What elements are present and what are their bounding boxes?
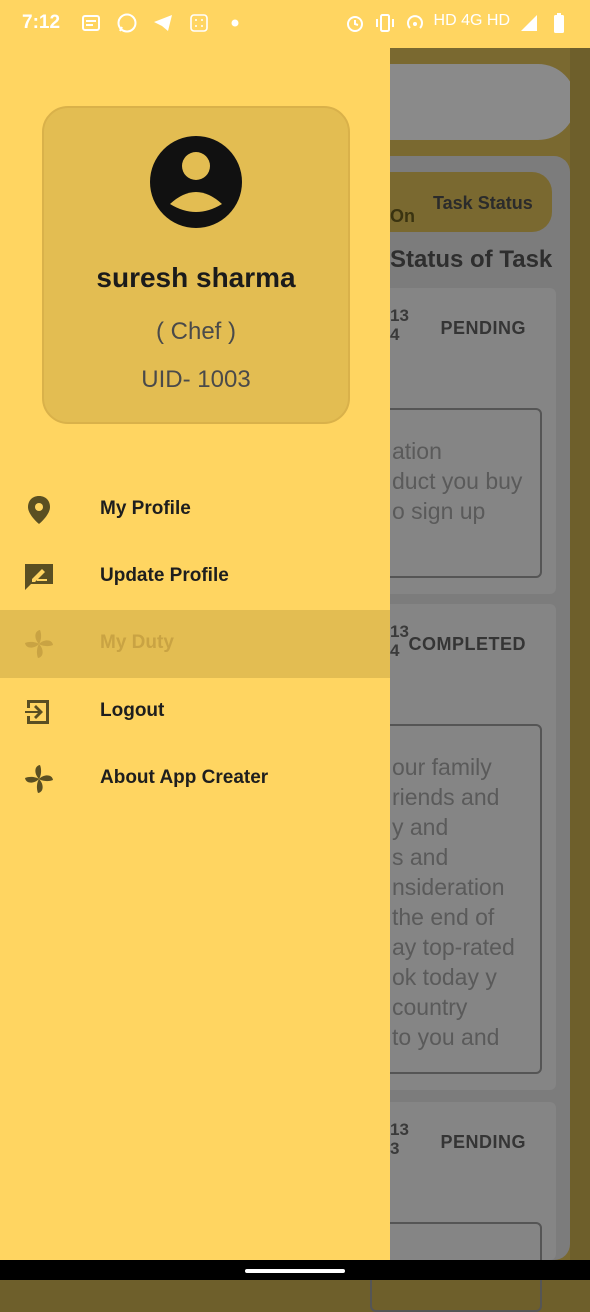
task-status: PENDING <box>440 318 526 338</box>
background-heading: Status of Task <box>390 246 553 273</box>
navigation-drawer: suresh sharma ( Chef ) UID- 1003 My Prof… <box>0 48 390 1260</box>
logout-icon <box>25 700 49 724</box>
system-navigation-bar <box>0 1260 590 1280</box>
news-icon <box>80 12 102 34</box>
menu-item-label: About App Creater <box>100 767 269 788</box>
task-date: 4 <box>390 325 400 344</box>
profile-card: suresh sharma ( Chef ) UID- 1003 <box>42 106 350 424</box>
menu-item-label: My Profile <box>100 498 191 519</box>
edit-message-icon <box>25 564 53 590</box>
notification-icons <box>80 12 246 34</box>
status-time: 7:12 <box>22 12 61 33</box>
task-status: COMPLETED <box>408 634 526 654</box>
task-date: 4 <box>390 641 400 660</box>
battery-icon <box>548 12 570 34</box>
task-date: 13 <box>390 1120 409 1139</box>
account-circle-icon <box>150 136 242 228</box>
profile-role: ( Chef ) <box>155 318 236 345</box>
background-tab-on: On <box>390 206 415 226</box>
alarm-icon <box>344 12 366 34</box>
location-pin-icon <box>28 496 50 524</box>
menu-item-update-profile[interactable]: Update Profile <box>0 543 390 611</box>
dot-icon <box>224 12 246 34</box>
system-icons: HD 4G HD <box>344 12 570 34</box>
menu-item-label: My Duty <box>100 632 174 653</box>
network-text: HD 4G HD <box>433 12 510 29</box>
menu-item-my-duty[interactable]: My Duty <box>0 610 390 678</box>
task-date: 3 <box>390 1139 400 1158</box>
menu-item-logout[interactable]: Logout <box>0 678 390 746</box>
telegram-icon <box>152 12 174 34</box>
task-status: PENDING <box>440 1132 526 1152</box>
pinwheel-icon <box>25 630 53 658</box>
menu-item-my-profile[interactable]: My Profile <box>0 476 390 544</box>
menu-item-about-app-creater[interactable]: About App Creater <box>0 745 390 813</box>
background-tab-task-status: Task Status <box>433 193 533 213</box>
signal-icon <box>518 12 540 34</box>
menu-item-label: Logout <box>100 700 165 721</box>
task-description: ation duct you buy o sign up <box>370 408 542 578</box>
status-bar: 7:12 HD 4G HD <box>0 0 590 48</box>
task-date: 13 <box>390 306 409 325</box>
home-gesture-handle[interactable] <box>245 1269 345 1273</box>
task-date: 13 <box>390 622 409 641</box>
hotspot-icon <box>404 12 426 34</box>
whatsapp-icon <box>116 12 138 34</box>
task-description: our family riends and y and s and nsider… <box>370 724 542 1074</box>
menu-item-label: Update Profile <box>100 565 229 586</box>
calculator-icon <box>188 12 210 34</box>
profile-name: suresh sharma <box>96 262 296 293</box>
vibrate-icon <box>374 12 396 34</box>
pinwheel-icon <box>25 765 53 793</box>
profile-uid: UID- 1003 <box>141 366 251 393</box>
